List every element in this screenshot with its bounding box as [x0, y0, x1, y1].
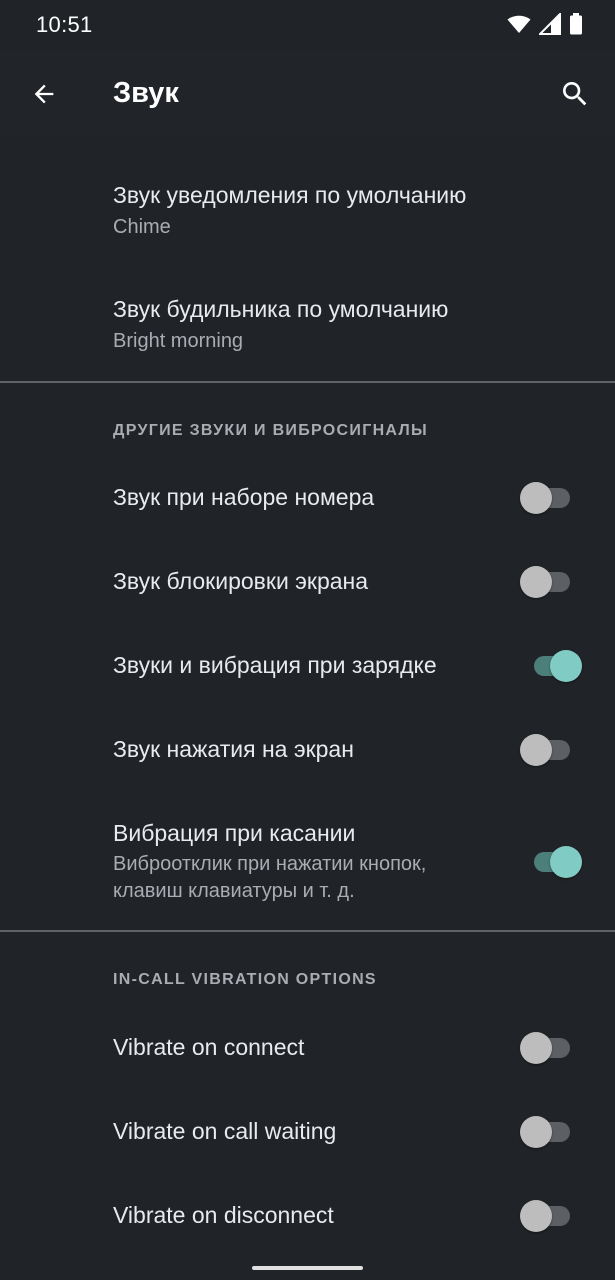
pref-vibrate-on-call-waiting[interactable]: Vibrate on call waiting [0, 1089, 615, 1173]
toggle-switch[interactable] [520, 1110, 580, 1150]
battery-icon [570, 13, 582, 35]
pref-touch-vibration[interactable]: Вибрация при касании Виброотклик при наж… [0, 800, 615, 920]
wifi-icon [507, 15, 531, 33]
gesture-nav-handle[interactable] [252, 1266, 363, 1270]
pref-vibrate-on-connect[interactable]: Vibrate on connect [0, 1005, 615, 1089]
pref-vibrate-on-disconnect[interactable]: Vibrate on disconnect [0, 1173, 615, 1257]
pref-summary: Виброотклик при нажатии кнопок, [113, 853, 427, 875]
status-time: 10:51 [36, 12, 93, 37]
pref-summary: Chime [113, 216, 171, 238]
toggle-switch[interactable] [520, 644, 582, 684]
pref-summary: Bright morning [113, 330, 244, 352]
category-header-other-sounds: ДРУГИЕ ЗВУКИ И ВИБРОСИГНАЛЫ [113, 422, 428, 439]
pref-summary: клавиш клавиатуры и т. д. [113, 880, 355, 902]
pref-title: Звук будильника по умолчанию [113, 296, 449, 322]
toggle-switch[interactable] [520, 1026, 580, 1066]
cellular-signal-icon [539, 13, 561, 35]
arrow-back-icon [34, 84, 54, 104]
divider [0, 381, 615, 383]
divider [0, 930, 615, 932]
search-button[interactable] [553, 72, 597, 116]
toggle-switch[interactable] [520, 560, 580, 600]
pref-title: Vibrate on call waiting [113, 1118, 337, 1144]
search-icon [563, 82, 587, 106]
page-title: Звук [113, 77, 179, 109]
pref-title: Звук блокировки экрана [113, 568, 369, 594]
pref-title: Звуки и вибрация при зарядке [113, 652, 437, 678]
pref-title: Vibrate on disconnect [113, 1202, 334, 1228]
pref-default-notification-sound[interactable]: Звук уведомления по умолчанию Chime [0, 165, 615, 265]
category-header-in-call-vibration: IN-CALL VIBRATION OPTIONS [113, 971, 377, 988]
pref-touch-sounds[interactable]: Звук нажатия на экран [0, 708, 615, 792]
pref-screen-lock-sound[interactable]: Звук блокировки экрана [0, 540, 615, 624]
pref-charging-sounds[interactable]: Звуки и вибрация при зарядке [0, 624, 615, 708]
toggle-switch[interactable] [520, 840, 582, 880]
status-bar: 10:51 [0, 0, 615, 50]
app-bar: Звук [0, 50, 615, 137]
pref-title: Vibrate on connect [113, 1034, 305, 1060]
toggle-switch[interactable] [520, 1194, 580, 1234]
pref-title: Звук уведомления по умолчанию [113, 182, 467, 208]
pref-title: Звук нажатия на экран [113, 736, 354, 762]
toggle-switch[interactable] [520, 728, 580, 768]
back-button[interactable] [22, 74, 66, 114]
toggle-switch[interactable] [520, 476, 580, 516]
pref-title: Вибрация при касании [113, 820, 356, 846]
pref-default-alarm-sound[interactable]: Звук будильника по умолчанию Bright morn… [0, 279, 615, 379]
pref-dial-pad-tones[interactable]: Звук при наборе номера [0, 456, 615, 540]
pref-title: Звук при наборе номера [113, 484, 375, 510]
status-icons [507, 13, 583, 35]
